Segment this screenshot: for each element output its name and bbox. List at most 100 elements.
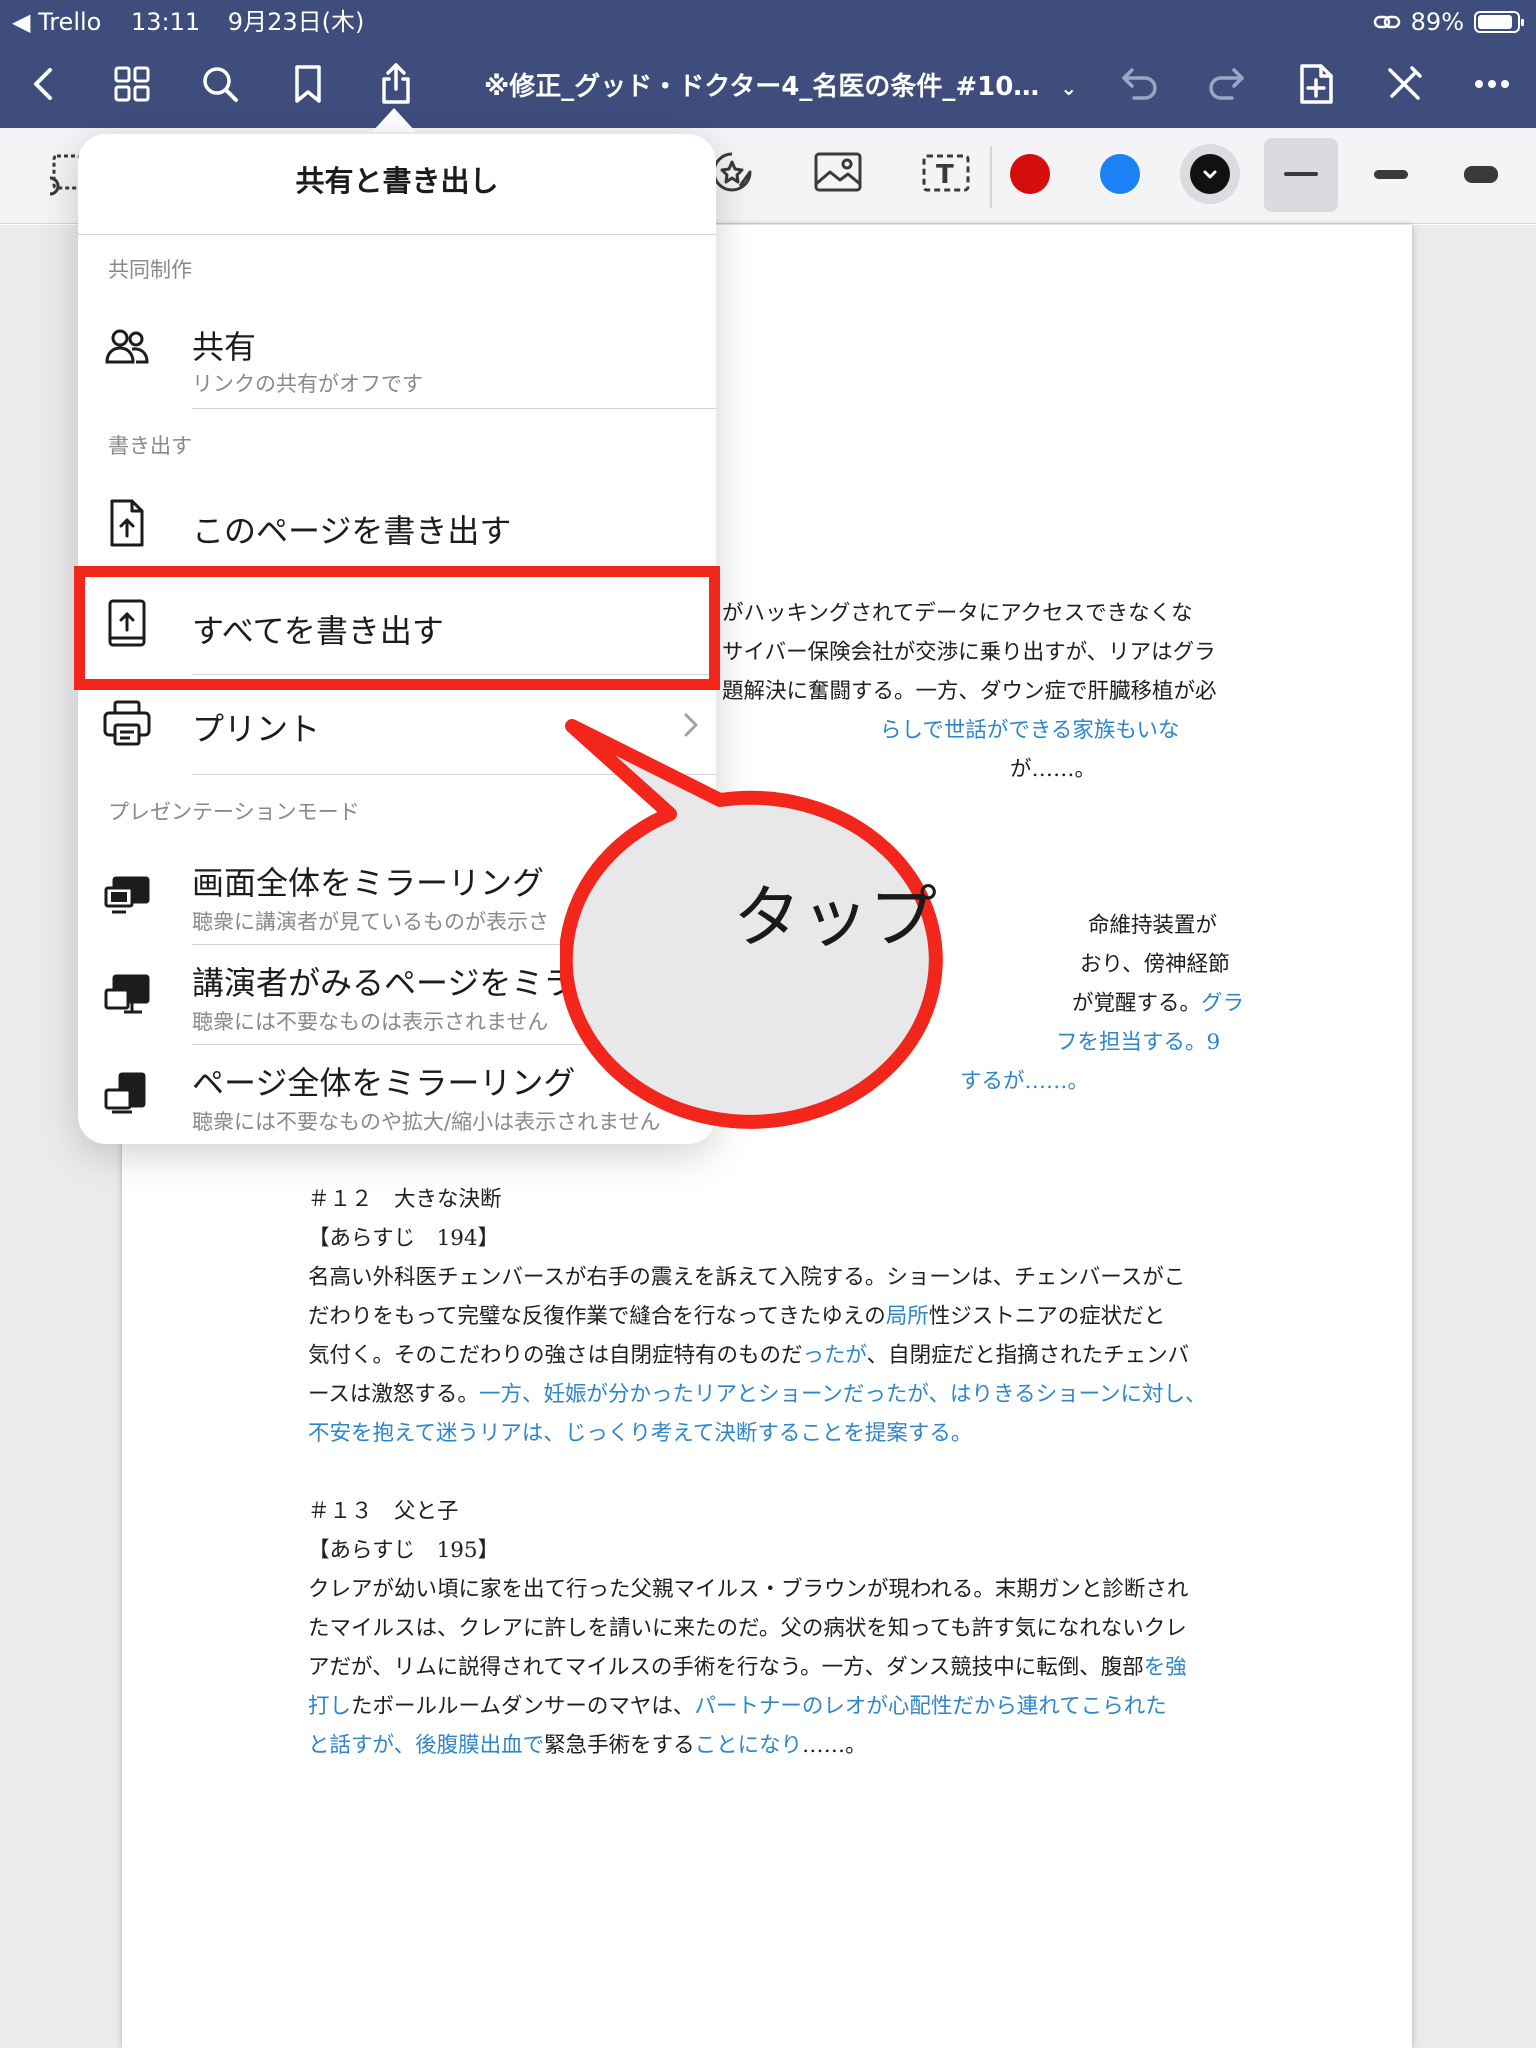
pen-off-icon — [1388, 66, 1422, 100]
doc-text-line: がハッキングされてデータにアクセスできなくな — [722, 601, 1193, 626]
mirror-screen-title: 画面全体をミラーリング — [192, 864, 545, 902]
doc-text-span: だわりをもって完璧な反復作業で縫合を行なってきたゆえの — [308, 1304, 886, 1329]
doc-text-line: だわりをもって完璧な反復作業で縫合を行なってきたゆえの局所性ジストニアの症状だと — [308, 1297, 1165, 1336]
color-swatch-black[interactable] — [1190, 154, 1230, 194]
redo-button[interactable] — [1200, 58, 1252, 110]
doc-text-span: たボールルームダンサーのマヤは、 — [351, 1694, 695, 1719]
doc-text-span: アだが、リムに説得されてマイルスの手術を行なう。一方、ダンス競技中に転倒、腹部 — [308, 1655, 1144, 1680]
divider — [192, 408, 716, 409]
chevron-left-icon — [34, 68, 52, 100]
popover-arrow — [372, 108, 416, 132]
share-icon — [382, 63, 410, 104]
doc-text-line: 命維持装置が — [1088, 913, 1218, 938]
tap-callout-text: タップ — [732, 879, 937, 958]
thumbnails-button[interactable] — [106, 58, 158, 110]
doc-text-line: ースは激怒する。一方、妊娠が分かったリアとショーンだったが、はりきるショーンに対… — [308, 1375, 1207, 1414]
episode-13-synopsis-label: 【あらすじ 195】 — [308, 1538, 500, 1563]
doc-text-span: 、自閉症だと指摘されたチェンバ — [866, 1343, 1190, 1368]
doc-text-line: クレアが幼い頃に家を出て行った父親マイルス・ブラウンが現われる。末期ガンと診断さ… — [308, 1577, 1189, 1602]
grid-icon — [114, 66, 150, 102]
share-title: 共有 — [192, 328, 257, 366]
episode-13-heading: ＃１３ 父と子 — [308, 1499, 459, 1524]
share-export-button[interactable] — [370, 58, 422, 110]
back-button[interactable] — [18, 58, 70, 110]
section-header-collab: 共同制作 — [108, 258, 192, 282]
status-date: 9月23日(木) — [227, 8, 365, 36]
more-icon — [1475, 80, 1509, 88]
export-page-icon — [110, 499, 144, 547]
bookmark-icon — [295, 65, 321, 103]
doc-text-line: 名高い外科医チェンバースが右手の震えを訴えて入院する。ショーンは、チェンバースが… — [308, 1265, 1186, 1290]
more-button[interactable] — [1466, 58, 1518, 110]
doc-text-span: を強 — [1143, 1655, 1187, 1680]
pen-settings-button[interactable] — [1378, 58, 1430, 110]
mirror-presenter-title: 講演者がみるページをミラ — [192, 964, 576, 1002]
printer-icon — [103, 700, 151, 746]
doc-text-span: 打し — [308, 1694, 352, 1719]
divider — [78, 234, 716, 235]
doc-text-span: 気付く。そのこだわりの強さは自閉症特有のものだ — [308, 1343, 803, 1368]
color-swatch-blue[interactable] — [1100, 154, 1140, 194]
text-box-icon: T — [922, 154, 970, 192]
image-icon — [814, 152, 862, 192]
search-button[interactable] — [194, 58, 246, 110]
doc-text-line: 打したボールルームダンサーのマヤは、パートナーのレオが心配性だから連れてこられた — [308, 1687, 1167, 1726]
toolbar-divider — [990, 146, 992, 208]
mirror-presenter-subtitle: 聴衆には不要なものは表示されません — [192, 1010, 549, 1034]
doc-text-span: 一方、妊娠が分かったリアとショーンだったが、はりきるショーンに対し、 — [478, 1382, 1207, 1407]
document-title: ※修正_グッド・ドクター4_名医の条件_#10… — [484, 72, 1040, 102]
mirror-display-icon — [104, 876, 150, 914]
section-header-export: 書き出す — [108, 434, 192, 458]
doc-text-span: ……。 — [802, 1733, 867, 1758]
search-icon — [203, 67, 238, 102]
back-to-app-link[interactable]: ◀ Trello — [12, 8, 101, 36]
chevron-down-icon — [1203, 170, 1217, 179]
mirror-presenter-icon — [104, 974, 150, 1014]
add-page-icon — [1300, 64, 1333, 104]
status-bar-left: ◀ Trello 13:11 9月23日(木) — [12, 4, 364, 40]
status-time: 13:11 — [130, 8, 201, 36]
doc-text-span: ースは激怒する。 — [308, 1382, 479, 1407]
color-swatch-red[interactable] — [1010, 154, 1050, 194]
doc-text-span: グラ — [1201, 991, 1245, 1016]
bookmark-button[interactable] — [282, 58, 334, 110]
doc-text-span: パートナーのレオが心配性だから連れてこられた — [694, 1694, 1167, 1719]
mirror-screen-subtitle: 聴衆に講演者が見ているものが表示さ — [192, 910, 549, 934]
doc-text-span: 性ジストニアの症状だと — [928, 1304, 1166, 1329]
svg-text:T: T — [936, 160, 954, 190]
text-tool[interactable]: T — [914, 140, 978, 204]
export-this-page-row[interactable]: このページを書き出す — [78, 474, 716, 574]
doc-text-line: 気付く。そのこだわりの強さは自閉症特有のものだったが、自閉症だと指摘されたチェン… — [308, 1336, 1189, 1375]
share-subtitle: リンクの共有がオフです — [192, 372, 423, 396]
add-page-button[interactable] — [1290, 58, 1342, 110]
status-bar-right: 89% — [1373, 4, 1524, 40]
document-title-button[interactable]: ※修正_グッド・ドクター4_名医の条件_#10… ⌄ — [484, 66, 1084, 103]
battery-level — [1478, 15, 1512, 29]
people-icon — [105, 329, 149, 364]
undo-icon — [1122, 68, 1157, 100]
section-header-presentation: プレゼンテーションモード — [108, 800, 360, 824]
link-icon — [1373, 15, 1400, 29]
episode-12-synopsis-label: 【あらすじ 194】 — [308, 1226, 500, 1251]
doc-text-line: 題解決に奮闘する。一方、ダウン症で肝臓移植が必 — [722, 679, 1217, 704]
mirror-page-icon — [104, 1072, 146, 1114]
share-row[interactable]: 共有 リンクの共有がオフです — [78, 300, 716, 410]
popover-title: 共有と書き出し — [295, 164, 499, 198]
doc-text-line: おり、傍神経節 — [1080, 952, 1230, 977]
doc-text-line: 不安を抱えて迷うリアは、じっくり考えて決断することを提案する。 — [308, 1421, 973, 1446]
doc-text-span: 緊急手術をする — [544, 1733, 695, 1758]
print-label: プリント — [192, 710, 321, 748]
undo-button[interactable] — [1114, 58, 1166, 110]
highlight-box — [74, 566, 720, 690]
battery-icon — [1474, 11, 1524, 33]
doc-text-line: サイバー保険会社が交渉に乗り出すが、リアはグラ — [722, 640, 1216, 665]
doc-text-span: ったが — [802, 1343, 867, 1368]
doc-text-line: たマイルスは、クレアに許しを請いに来たのだ。父の病状を知っても許す気になれないク… — [308, 1616, 1187, 1641]
doc-text-line: と話すが、後腹膜出血で緊急手術をすることになり……。 — [308, 1726, 867, 1765]
pen-width-medium-button[interactable] — [1374, 170, 1408, 179]
redo-icon — [1209, 68, 1244, 100]
mirror-page-title: ページ全体をミラーリング — [192, 1064, 576, 1102]
image-tool[interactable] — [806, 140, 870, 204]
pen-width-thick-button[interactable] — [1464, 166, 1498, 183]
doc-text-span: ことになり — [694, 1733, 803, 1758]
